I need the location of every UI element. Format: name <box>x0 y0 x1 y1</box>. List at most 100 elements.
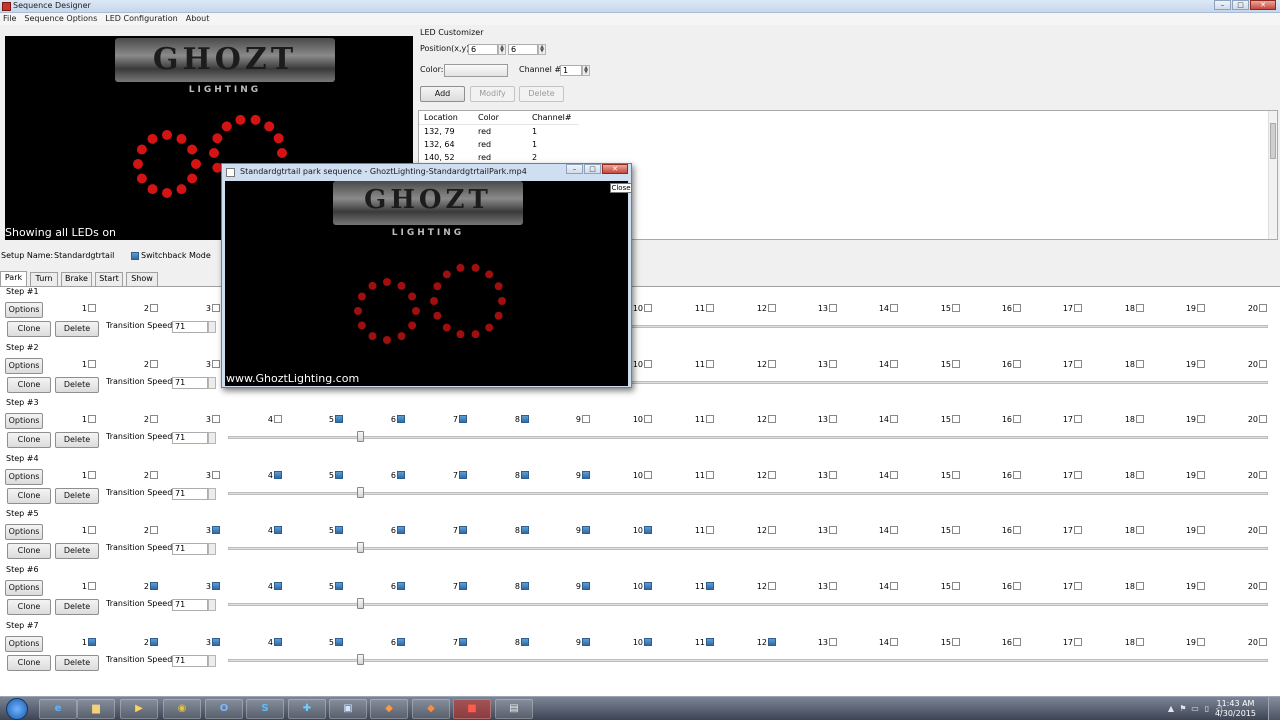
led-toggle-checkbox[interactable] <box>150 470 158 479</box>
transition-speed-slider[interactable] <box>228 603 1268 606</box>
led-toggle-checkbox[interactable] <box>459 582 467 590</box>
led-toggle-checkbox[interactable] <box>768 470 776 479</box>
led-toggle-checkbox[interactable] <box>212 359 220 368</box>
transition-speed-spinner-icon[interactable] <box>208 543 216 556</box>
led-toggle-checkbox[interactable] <box>952 526 960 535</box>
led-toggle-checkbox[interactable] <box>150 637 158 646</box>
tab-turn[interactable]: Turn <box>30 272 58 286</box>
tab-show[interactable]: Show <box>126 272 158 286</box>
slider-thumb[interactable] <box>357 542 364 554</box>
led-toggle-checkbox[interactable] <box>1074 359 1082 368</box>
delete-step-button[interactable]: Delete <box>55 487 99 504</box>
led-toggle-checkbox[interactable] <box>274 526 282 535</box>
calculator-icon[interactable]: ▤ <box>495 699 533 719</box>
led-toggle-checkbox[interactable] <box>274 582 282 590</box>
led-toggle-checkbox[interactable] <box>829 470 837 479</box>
led-toggle-checkbox[interactable] <box>1136 359 1144 368</box>
led-toggle-checkbox[interactable] <box>890 526 898 535</box>
led-toggle-checkbox[interactable] <box>768 526 776 535</box>
led-toggle-checkbox[interactable] <box>706 359 714 368</box>
led-toggle-checkbox[interactable] <box>952 304 960 312</box>
tray-arrow-icon[interactable]: ▲ <box>1166 704 1176 713</box>
led-toggle-checkbox[interactable] <box>952 415 960 424</box>
led-toggle-checkbox[interactable] <box>88 582 96 590</box>
led-toggle-checkbox[interactable] <box>582 582 590 590</box>
transition-speed-input[interactable]: 71 <box>172 432 208 445</box>
led-toggle-checkbox[interactable] <box>1136 304 1144 312</box>
led-toggle-checkbox[interactable] <box>88 415 96 424</box>
slider-thumb[interactable] <box>357 653 364 665</box>
led-toggle-checkbox[interactable] <box>397 470 405 479</box>
led-toggle-checkbox[interactable] <box>459 637 467 646</box>
led-toggle-checkbox[interactable] <box>1013 526 1021 535</box>
led-toggle-checkbox[interactable] <box>521 470 529 479</box>
led-toggle-checkbox[interactable] <box>768 637 776 646</box>
transition-speed-spinner-icon[interactable] <box>208 376 216 389</box>
led-toggle-checkbox[interactable] <box>1259 526 1267 535</box>
options-button[interactable]: Options <box>5 580 43 596</box>
taskbar-clock[interactable]: 11:43 AM 4/30/2015 <box>1215 699 1256 719</box>
menu-file[interactable]: File <box>3 13 16 25</box>
led-toggle-checkbox[interactable] <box>1259 359 1267 368</box>
options-button[interactable]: Options <box>5 413 43 430</box>
transition-speed-input[interactable]: 71 <box>172 654 208 667</box>
transition-speed-input[interactable]: 71 <box>172 376 208 389</box>
led-toggle-checkbox[interactable] <box>829 415 837 424</box>
led-toggle-checkbox[interactable] <box>1136 470 1144 479</box>
delete-step-button[interactable]: Delete <box>55 654 99 671</box>
led-toggle-checkbox[interactable] <box>459 470 467 479</box>
led-toggle-checkbox[interactable] <box>335 637 343 646</box>
led-toggle-checkbox[interactable] <box>890 415 898 424</box>
led-toggle-checkbox[interactable] <box>952 470 960 479</box>
slider-thumb[interactable] <box>357 598 364 609</box>
led-toggle-checkbox[interactable] <box>274 637 282 646</box>
led-toggle-checkbox[interactable] <box>768 582 776 590</box>
led-toggle-checkbox[interactable] <box>1013 637 1021 646</box>
led-toggle-checkbox[interactable] <box>1136 637 1144 646</box>
led-toggle-checkbox[interactable] <box>890 637 898 646</box>
transition-speed-spinner-icon[interactable] <box>208 487 216 500</box>
led-toggle-checkbox[interactable] <box>1074 470 1082 479</box>
start-button[interactable] <box>6 698 28 720</box>
led-toggle-checkbox[interactable] <box>212 304 220 312</box>
slider-thumb[interactable] <box>357 486 364 498</box>
led-toggle-checkbox[interactable] <box>706 304 714 312</box>
led-toggle-checkbox[interactable] <box>521 582 529 590</box>
chrome-icon[interactable]: ◉ <box>163 699 201 719</box>
tab-park[interactable]: Park <box>0 271 27 286</box>
led-toggle-checkbox[interactable] <box>88 304 96 312</box>
led-toggle-checkbox[interactable] <box>644 359 652 368</box>
led-toggle-checkbox[interactable] <box>1197 582 1205 590</box>
column-channel[interactable]: Channel# <box>532 113 572 122</box>
minimize-button[interactable]: – <box>1214 0 1231 10</box>
switchback-checkbox[interactable] <box>131 252 139 260</box>
led-toggle-checkbox[interactable] <box>644 304 652 312</box>
transition-speed-input[interactable]: 71 <box>172 599 208 611</box>
led-toggle-checkbox[interactable] <box>1259 470 1267 479</box>
led-toggle-checkbox[interactable] <box>829 359 837 368</box>
led-toggle-checkbox[interactable] <box>150 415 158 424</box>
transition-speed-slider[interactable] <box>228 491 1268 495</box>
transition-speed-slider[interactable] <box>228 547 1268 551</box>
led-toggle-checkbox[interactable] <box>397 415 405 424</box>
transition-speed-spinner-icon[interactable] <box>208 321 216 333</box>
led-toggle-checkbox[interactable] <box>212 526 220 535</box>
column-location[interactable]: Location <box>424 113 458 122</box>
led-toggle-checkbox[interactable] <box>1074 582 1082 590</box>
led-toggle-checkbox[interactable] <box>768 304 776 312</box>
led-toggle-checkbox[interactable] <box>829 582 837 590</box>
led-toggle-checkbox[interactable] <box>335 415 343 424</box>
options-button[interactable]: Options <box>5 635 43 652</box>
led-toggle-checkbox[interactable] <box>644 526 652 535</box>
led-toggle-checkbox[interactable] <box>706 637 714 646</box>
led-toggle-checkbox[interactable] <box>88 359 96 368</box>
led-toggle-checkbox[interactable] <box>335 470 343 479</box>
led-toggle-checkbox[interactable] <box>644 637 652 646</box>
led-toggle-checkbox[interactable] <box>397 637 405 646</box>
led-toggle-checkbox[interactable] <box>1013 470 1021 479</box>
led-toggle-checkbox[interactable] <box>768 359 776 368</box>
led-toggle-checkbox[interactable] <box>459 415 467 424</box>
led-toggle-checkbox[interactable] <box>952 359 960 368</box>
led-toggle-checkbox[interactable] <box>1197 415 1205 424</box>
transition-speed-input[interactable]: 71 <box>172 321 208 333</box>
